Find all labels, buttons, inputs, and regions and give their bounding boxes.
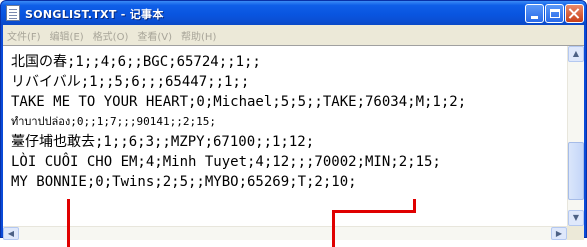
menu-help[interactable]: 帮助(H) [181,28,216,43]
text-editor[interactable]: 北国の春;1;;4;6;;BGC;65724;;1;; リバイバル;1;;5;6… [3,46,567,226]
horizontal-scrollbar[interactable]: ◀ ▶ [3,226,567,240]
menu-edit[interactable]: 编辑(E) [50,28,84,43]
scroll-up-button[interactable]: ▲ [568,46,584,62]
close-button[interactable] [565,4,584,23]
chevron-up-icon: ▲ [572,49,580,58]
chevron-right-icon: ▶ [555,229,563,238]
scroll-left-button[interactable]: ◀ [3,227,19,240]
vertical-scroll-thumb[interactable] [568,142,584,200]
text-line: リバイバル;1;;5;6;;;65447;;1;; [11,74,250,90]
menu-bar: 文件(F) 编辑(E) 格式(O) 查看(V) 帮助(H) [3,25,584,45]
minimize-icon [531,15,538,19]
annotation-marker-left [67,199,70,247]
notepad-window: SONGLIST.TXT - 记事本 文件(F) 编辑(E) 格式(O) 查看(… [0,0,587,240]
minimize-button[interactable] [525,4,544,23]
menu-file[interactable]: 文件(F) [7,28,41,43]
menu-view[interactable]: 查看(V) [137,28,172,43]
maximize-icon [549,9,560,18]
editor-area: 北国の春;1;;4;6;;BGC;65724;;1;; リバイバル;1;;5;6… [3,45,584,240]
maximize-button[interactable] [545,4,564,23]
scrollbar-corner [567,226,584,240]
text-line: TAKE ME TO YOUR HEART;0;Michael;5;5;;TAK… [11,94,467,110]
chevron-down-icon: ▼ [572,213,580,222]
notepad-icon[interactable] [6,5,20,21]
text-line: 北国の春;1;;4;6;;BGC;65724;;1;; [11,54,261,70]
annotation-marker-right-drop [332,210,335,247]
window-title: SONGLIST.TXT - 记事本 [25,8,164,21]
menu-format[interactable]: 格式(O) [93,28,129,43]
chevron-left-icon: ◀ [7,229,15,238]
title-bar[interactable]: SONGLIST.TXT - 记事本 [1,1,586,25]
text-line: MY BONNIE;0;Twins;2;5;;MYBO;65269;T;2;10… [11,174,357,190]
text-line: LÒI CUÔI CHO EM;4;Minh Tuyet;4;12;;;7000… [11,154,441,170]
scroll-right-button[interactable]: ▶ [551,227,567,240]
vertical-scrollbar[interactable]: ▲ ▼ [567,46,584,226]
scroll-down-button[interactable]: ▼ [568,210,584,226]
annotation-marker-right-horizontal [332,210,416,213]
close-icon [569,8,580,19]
text-line: 薹仔埔也敢去;1;;6;3;;MZPY;67100;;1;12; [11,134,315,150]
text-line: ทำบาปปล่อง;0;;1;7;;;90141;;2;15; [11,115,216,128]
